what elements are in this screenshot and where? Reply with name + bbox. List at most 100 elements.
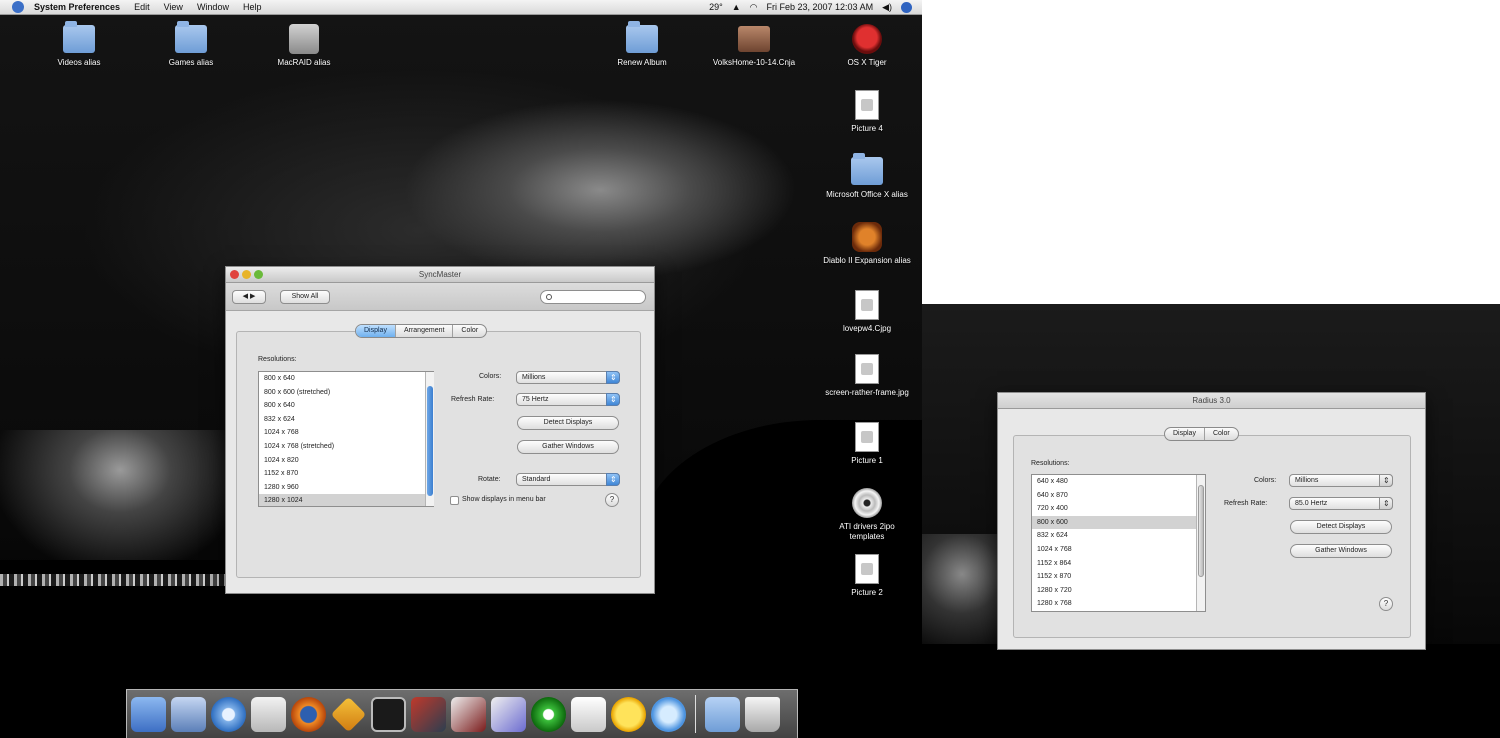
terminal-icon[interactable] <box>371 696 406 732</box>
list-item[interactable]: 800 x 600 (stretched) <box>259 386 433 400</box>
forward-icon[interactable]: ▶ <box>250 293 255 300</box>
menu-app-name[interactable]: System Preferences <box>34 2 120 12</box>
minimize-icon[interactable] <box>242 270 251 279</box>
back-icon[interactable]: ◀ <box>243 293 248 300</box>
desktop-icon-games[interactable]: Games alias <box>146 21 236 68</box>
resolution-scrollbar[interactable] <box>425 372 434 506</box>
detect-displays-button[interactable]: Detect Displays <box>517 416 619 430</box>
show-displays-checkbox[interactable] <box>450 496 459 505</box>
search-field[interactable] <box>540 290 646 304</box>
trash-icon[interactable] <box>745 696 780 732</box>
desktop-icon-picture-2[interactable]: Picture 2 <box>822 552 912 598</box>
refresh-rate-popup[interactable]: 75 Hertz <box>516 393 620 406</box>
list-item[interactable]: 1152 x 870 <box>259 467 433 481</box>
wifi-icon[interactable]: ◠ <box>750 2 758 13</box>
app-icon[interactable] <box>491 696 526 732</box>
list-item[interactable]: 1024 x 820 <box>259 454 433 468</box>
finder-icon[interactable] <box>131 696 166 732</box>
menu-view[interactable]: View <box>164 2 183 12</box>
tab-display[interactable]: Display <box>356 325 396 337</box>
tab-color[interactable]: Color <box>453 325 486 337</box>
ichat-icon[interactable] <box>651 696 686 732</box>
adium-icon[interactable] <box>330 696 367 732</box>
desktop-icon-videos[interactable]: Videos alias <box>34 21 124 68</box>
show-all-button[interactable]: Show All <box>280 290 330 304</box>
desktop-icon-picture-1[interactable]: Picture 1 <box>822 420 912 466</box>
tab-display[interactable]: Display <box>1165 428 1205 440</box>
colors-popup[interactable]: Millions <box>516 371 620 384</box>
resolution-scrollbar[interactable] <box>1196 475 1205 611</box>
refresh-rate-value: 75 Hertz <box>522 396 549 403</box>
photo-booth-icon[interactable] <box>411 696 446 732</box>
clock[interactable]: Fri Feb 23, 2007 12:03 AM <box>767 2 874 12</box>
popup-arrows-icon <box>1379 474 1393 487</box>
desktop-icon-screen-frame[interactable]: screen-rather-frame.jpg <box>822 352 912 398</box>
list-item[interactable]: 800 x 640 <box>259 399 433 413</box>
detect-displays-button[interactable]: Detect Displays <box>1290 520 1392 534</box>
apple-menu-icon[interactable] <box>12 1 24 13</box>
list-item[interactable]: 1024 x 768 <box>1032 543 1205 557</box>
list-item[interactable]: 800 x 640 <box>259 372 433 386</box>
list-item[interactable]: 720 x 400 <box>1032 502 1205 516</box>
itunes-icon[interactable] <box>211 696 246 732</box>
desktop-icon-diablo[interactable]: Diablo II Expansion alias <box>822 220 912 266</box>
tab-arrangement[interactable]: Arrangement <box>396 325 454 337</box>
rotate-popup[interactable]: Standard <box>516 473 620 486</box>
dreamweaver-icon[interactable] <box>531 696 566 732</box>
list-item[interactable]: 1280 x 768 <box>1032 597 1205 611</box>
menu-window[interactable]: Window <box>197 2 229 12</box>
list-item[interactable]: 640 x 870 <box>1032 489 1205 503</box>
spotlight-icon[interactable] <box>901 1 912 13</box>
desktop-icon-office[interactable]: Microsoft Office X alias <box>822 153 912 200</box>
gather-windows-button[interactable]: Gather Windows <box>1290 544 1392 558</box>
list-item-selected[interactable]: 1280 x 1024 <box>259 494 433 506</box>
desktop-icon-macraid[interactable]: MacRAID alias <box>259 22 349 68</box>
scroll-thumb[interactable] <box>427 386 433 496</box>
help-button[interactable]: ? <box>605 493 619 507</box>
scroll-thumb[interactable] <box>1198 485 1204 577</box>
desktop-icon-renew-album[interactable]: Renew Album <box>597 21 687 68</box>
resolution-list[interactable]: 800 x 640 800 x 600 (stretched) 800 x 64… <box>258 371 434 507</box>
desktop-icon-picture-4[interactable]: Picture 4 <box>822 88 912 134</box>
gather-windows-button[interactable]: Gather Windows <box>517 440 619 454</box>
list-item[interactable]: 1152 x 870 <box>1032 570 1205 584</box>
help-button[interactable]: ? <box>1379 597 1393 611</box>
mail-icon[interactable] <box>251 696 286 732</box>
firefox-icon[interactable] <box>291 696 326 732</box>
menu-edit[interactable]: Edit <box>134 2 150 12</box>
desktop-right: Radius 3.0 Display Color Resolutions: 64… <box>922 304 1500 738</box>
list-item[interactable]: 832 x 624 <box>1032 529 1205 543</box>
folder-icon <box>626 21 658 53</box>
menu-help[interactable]: Help <box>243 2 262 12</box>
window-titlebar[interactable]: Radius 3.0 <box>998 393 1425 409</box>
desktop-icon-lovepw[interactable]: lovepw4.Cjpg <box>822 288 912 334</box>
list-item[interactable]: 1280 x 720 <box>1032 584 1205 598</box>
volume-icon[interactable]: ◀) <box>882 2 892 13</box>
preview-icon[interactable] <box>171 696 206 732</box>
list-item-selected[interactable]: 800 x 600 <box>1032 515 1205 530</box>
window-titlebar[interactable]: SyncMaster <box>226 267 654 283</box>
temperature-readout[interactable]: 29° <box>709 2 723 12</box>
folder-icon[interactable] <box>705 696 740 732</box>
refresh-rate-popup[interactable]: 85.0 Hertz <box>1289 497 1393 510</box>
textedit-icon[interactable] <box>571 696 606 732</box>
eject-icon[interactable]: ▲ <box>732 2 741 12</box>
close-icon[interactable] <box>230 270 239 279</box>
resolution-list[interactable]: 640 x 480 640 x 870 720 x 400 800 x 600 … <box>1031 474 1206 612</box>
tools-icon[interactable] <box>451 696 486 732</box>
colors-popup[interactable]: Millions <box>1289 474 1393 487</box>
desktop-icon-volkshome[interactable]: VolksHome-10-14.Cnja <box>709 22 799 68</box>
tab-color[interactable]: Color <box>1205 428 1238 440</box>
list-item[interactable]: 1280 x 960 <box>259 481 433 495</box>
smiley-icon[interactable] <box>611 696 646 732</box>
nav-back-forward[interactable]: ◀ ▶ <box>232 290 266 304</box>
list-item[interactable]: 1152 x 864 <box>1032 557 1205 571</box>
list-item[interactable]: 832 x 624 <box>259 413 433 427</box>
list-item[interactable]: 640 x 480 <box>1032 475 1205 489</box>
list-item[interactable]: 1024 x 768 (stretched) <box>259 440 433 454</box>
zoom-icon[interactable] <box>254 270 263 279</box>
refresh-rate-label: Refresh Rate: <box>451 396 495 403</box>
desktop-icon-ati-drivers[interactable]: ATI drivers 2ipo templates <box>822 486 912 542</box>
desktop-icon-os-x-tiger[interactable]: OS X Tiger <box>822 22 912 68</box>
list-item[interactable]: 1024 x 768 <box>259 426 433 440</box>
